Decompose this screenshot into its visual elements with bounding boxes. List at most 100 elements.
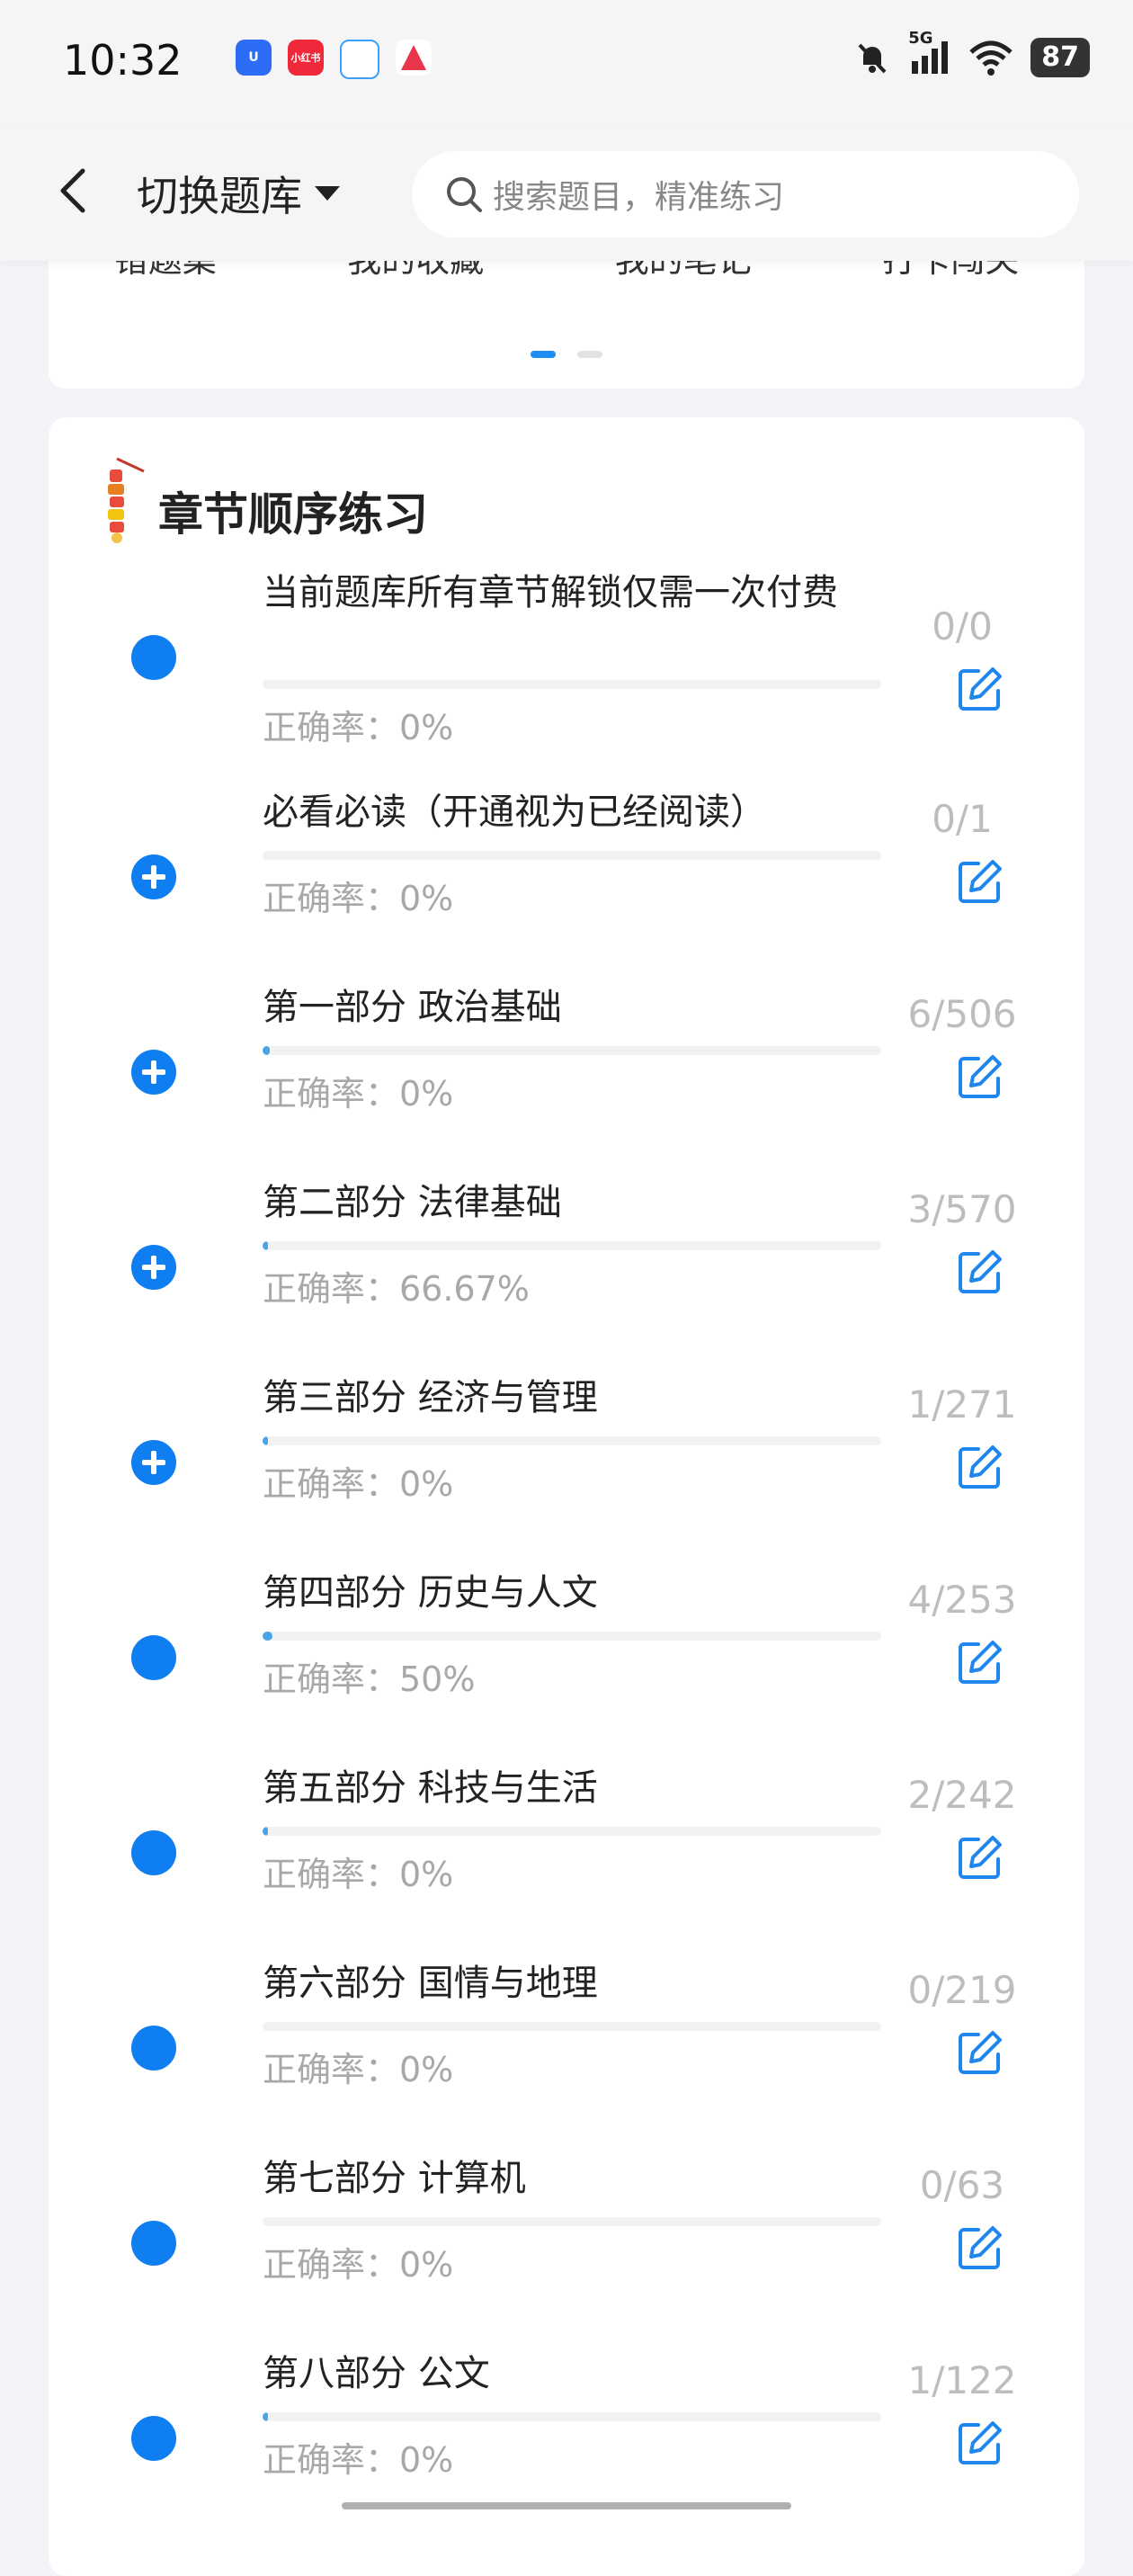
chapter-dot-icon — [131, 2416, 176, 2461]
progress-bar — [263, 1241, 881, 1250]
edit-practice-icon[interactable] — [955, 2223, 1005, 2273]
chapter-title: 当前题库所有章节解锁仅需一次付费 — [263, 572, 838, 613]
chapter-title: 第八部分 公文 — [263, 2353, 490, 2394]
app-icon-chat — [340, 40, 379, 79]
progress-fill — [263, 1827, 269, 1836]
pager-dots — [531, 351, 602, 358]
question-count: 1/122 — [907, 2358, 1017, 2402]
clock: 10:32 — [63, 36, 183, 85]
chapter-title-row: 章节顺序练习 — [99, 453, 428, 543]
back-button[interactable] — [47, 164, 101, 218]
chapter-row[interactable]: 第二部分 法律基础 正确率：66.67% 3/570 — [49, 1180, 1084, 1375]
chapter-row[interactable]: 当前题库所有章节解锁仅需一次付费 正确率：0% 0/0 — [49, 570, 1084, 790]
progress-bar — [263, 680, 881, 689]
chapter-title: 第四部分 历史与人文 — [263, 1572, 598, 1614]
progress-fill — [263, 1046, 271, 1055]
progress-fill — [263, 2412, 269, 2421]
firecracker-icon — [108, 457, 145, 543]
progress-bar — [263, 1827, 881, 1836]
switch-question-bank-button[interactable]: 切换题库 — [137, 164, 340, 223]
search-input[interactable]: 搜索题目，精准练习 — [412, 151, 1079, 237]
chevron-left-icon — [60, 168, 85, 213]
chapter-row[interactable]: 第一部分 政治基础 正确率：0% 6/506 — [49, 985, 1084, 1180]
battery-indicator: 87 — [1030, 38, 1090, 77]
pager-dot-active — [531, 351, 556, 358]
edit-practice-icon[interactable] — [955, 1832, 1005, 1883]
wifi-icon — [969, 40, 1013, 76]
chapter-dot-icon — [131, 2026, 176, 2071]
cell-signal-icon: 5G — [908, 29, 951, 79]
top-nav: 切换题库 搜索题目，精准练习 — [0, 126, 1133, 261]
status-bar: 10:32 U 小红书 5G 87 — [0, 0, 1133, 126]
progress-bar — [263, 1632, 881, 1641]
mute-bell-icon — [858, 43, 887, 74]
edit-practice-icon[interactable] — [955, 856, 1005, 907]
chapter-title: 必看必读（开通视为已经阅读） — [263, 792, 766, 833]
progress-bar — [263, 1046, 881, 1055]
progress-bar — [263, 2217, 881, 2226]
expand-plus-icon[interactable] — [131, 1245, 176, 1290]
progress-fill — [263, 1436, 269, 1445]
question-count: 6/506 — [907, 992, 1017, 1036]
home-indicator[interactable] — [342, 2502, 791, 2509]
accuracy-label: 正确率：0% — [263, 1464, 454, 1504]
chapter-dot-icon — [131, 635, 176, 680]
chapter-title: 第七部分 计算机 — [263, 2158, 526, 2199]
edit-practice-icon[interactable] — [955, 2418, 1005, 2468]
edit-practice-icon[interactable] — [955, 1442, 1005, 1492]
chapter-row[interactable]: 第六部分 国情与地理 正确率：0% 0/219 — [49, 1961, 1084, 2156]
question-count: 0/0 — [932, 604, 993, 648]
pager-dot — [577, 351, 602, 358]
search-icon — [447, 177, 482, 212]
chapter-row[interactable]: 第四部分 历史与人文 正确率：50% 4/253 — [49, 1570, 1084, 1766]
progress-fill — [263, 1632, 272, 1641]
question-count: 0/1 — [932, 797, 993, 841]
accuracy-label: 正确率：0% — [263, 708, 454, 747]
chapter-row[interactable]: 必看必读（开通视为已经阅读） 正确率：0% 0/1 — [49, 790, 1084, 985]
chapter-title: 第五部分 科技与生活 — [263, 1767, 598, 1809]
chapter-title: 第三部分 经济与管理 — [263, 1377, 598, 1418]
progress-bar — [263, 1436, 881, 1445]
question-count: 0/219 — [907, 1968, 1017, 2012]
progress-bar — [263, 851, 881, 860]
expand-plus-icon[interactable] — [131, 1050, 176, 1095]
status-icons: 5G 87 — [852, 29, 1090, 79]
question-count: 1/271 — [907, 1382, 1017, 1427]
chapter-dot-icon — [131, 1830, 176, 1875]
chapter-row[interactable]: 第八部分 公文 正确率：0% 1/122 — [49, 2351, 1084, 2546]
progress-bar — [263, 2412, 881, 2421]
chapter-row[interactable]: 第三部分 经济与管理 正确率：0% 1/271 — [49, 1375, 1084, 1570]
app-icon-red-triangle — [396, 40, 432, 76]
edit-practice-icon[interactable] — [955, 1247, 1005, 1297]
question-count: 0/63 — [919, 2163, 1005, 2207]
accuracy-label: 正确率：66.67% — [263, 1269, 530, 1309]
chapter-title: 第二部分 法律基础 — [263, 1182, 562, 1223]
signal-type: 5G — [908, 29, 933, 48]
edit-practice-icon[interactable] — [955, 664, 1005, 714]
edit-practice-icon[interactable] — [955, 1637, 1005, 1687]
chapter-row[interactable]: 第七部分 计算机 正确率：0% 0/63 — [49, 2156, 1084, 2351]
switch-bank-label: 切换题库 — [137, 172, 302, 220]
chapter-practice-card: 章节顺序练习 当前题库所有章节解锁仅需一次付费 正确率：0% 0/0 必看必读（开通视… — [49, 417, 1084, 2576]
accuracy-label: 正确率：0% — [263, 2050, 454, 2089]
accuracy-label: 正确率：0% — [263, 1855, 454, 1894]
chapter-list: 当前题库所有章节解锁仅需一次付费 正确率：0% 0/0 必看必读（开通视为已经阅读） 正… — [49, 570, 1084, 2546]
section-title: 章节顺序练习 — [158, 488, 428, 541]
notification-app-icons: U 小红书 — [236, 40, 432, 79]
accuracy-label: 正确率：0% — [263, 879, 454, 918]
chapter-dot-icon — [131, 2221, 176, 2266]
app-icon-blue: U — [236, 40, 272, 76]
accuracy-label: 正确率：0% — [263, 2440, 454, 2480]
chapter-title: 第一部分 政治基础 — [263, 987, 562, 1028]
accuracy-label: 正确率：0% — [263, 2245, 454, 2285]
question-count: 2/242 — [907, 1773, 1017, 1817]
accuracy-label: 正确率：50% — [263, 1659, 476, 1699]
expand-plus-icon[interactable] — [131, 854, 176, 899]
chapter-row[interactable]: 第五部分 科技与生活 正确率：0% 2/242 — [49, 1766, 1084, 1961]
expand-plus-icon[interactable] — [131, 1440, 176, 1485]
chapter-title: 第六部分 国情与地理 — [263, 1963, 598, 2004]
edit-practice-icon[interactable] — [955, 2027, 1005, 2078]
edit-practice-icon[interactable] — [955, 1051, 1005, 1102]
chapter-dot-icon — [131, 1635, 176, 1680]
accuracy-label: 正确率：0% — [263, 1074, 454, 1114]
